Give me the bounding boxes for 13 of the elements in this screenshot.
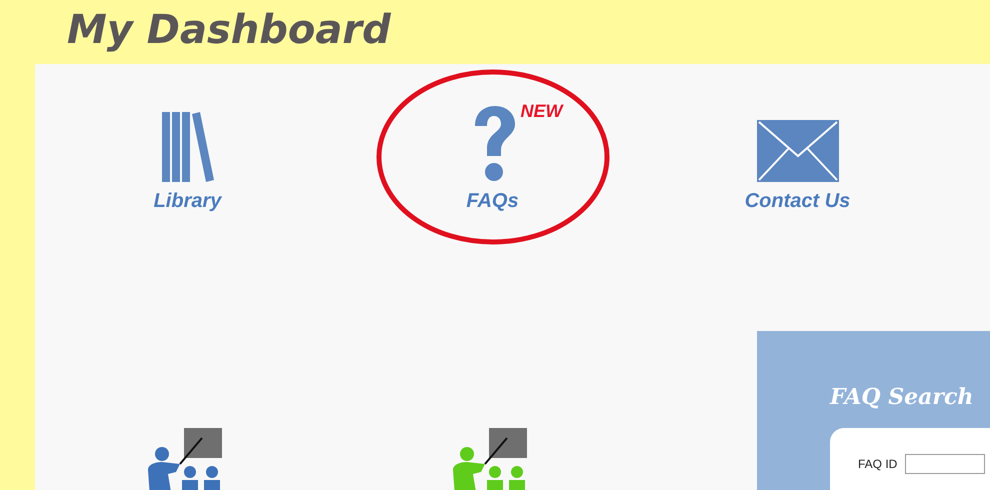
panel-title: FAQ Search (830, 383, 974, 412)
envelope-icon (756, 120, 838, 182)
tile-label: Library (154, 189, 222, 214)
dashboard-tile[interactable]: NEW FAQs (374, 68, 610, 246)
dashboard-tile[interactable]: Contact Us (680, 68, 916, 246)
tile-label: FAQs (466, 189, 519, 214)
input-field[interactable] (905, 454, 986, 474)
books-icon (162, 110, 214, 182)
field-label: FAQ ID (858, 456, 898, 473)
page-title: My Dashboard (67, 6, 391, 55)
dashboard-tile[interactable]: Library (70, 68, 306, 246)
new-label: NEW (520, 100, 562, 123)
tile-label: Contact Us (744, 189, 850, 214)
